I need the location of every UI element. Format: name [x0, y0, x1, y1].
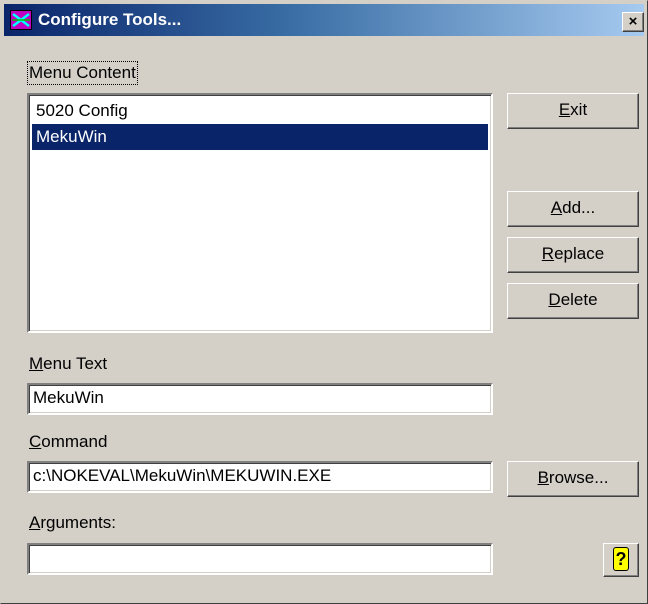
window-title: Configure Tools... — [38, 10, 182, 29]
replace-button[interactable]: Replace — [507, 237, 639, 273]
browse-button[interactable]: Browse... — [507, 461, 639, 497]
configure-tools-dialog: Configure Tools... × Menu Content 5020 C… — [0, 0, 648, 604]
menu-content-listbox[interactable]: 5020 Config MekuWin — [27, 93, 493, 333]
help-icon: ? — [613, 547, 629, 571]
arguments-label: Arguments: — [29, 513, 116, 532]
help-button[interactable]: ? — [603, 543, 639, 577]
app-icon — [10, 10, 32, 30]
delete-button[interactable]: Delete — [507, 283, 639, 319]
list-item-selected[interactable]: MekuWin — [32, 124, 488, 150]
arguments-field[interactable] — [27, 543, 493, 575]
exit-button[interactable]: Exit — [507, 93, 639, 129]
command-value: c:\NOKEVAL\MekuWin\MEKUWIN.EXE — [33, 466, 332, 485]
command-field[interactable]: c:\NOKEVAL\MekuWin\MEKUWIN.EXE — [27, 461, 493, 493]
title-bar[interactable]: Configure Tools... × — [4, 4, 644, 36]
menu-text-value: MekuWin — [33, 388, 104, 407]
list-item[interactable]: 5020 Config — [32, 98, 488, 124]
close-icon: × — [628, 13, 638, 30]
menu-text-field[interactable]: MekuWin — [27, 383, 493, 415]
close-button[interactable]: × — [622, 12, 644, 32]
command-label: Command — [29, 432, 108, 451]
menu-content-label-text: Menu Content — [29, 63, 136, 82]
add-button[interactable]: Add... — [507, 191, 639, 227]
menu-text-label: Menu Text — [29, 354, 108, 373]
menu-content-label: Menu Content — [27, 61, 138, 85]
